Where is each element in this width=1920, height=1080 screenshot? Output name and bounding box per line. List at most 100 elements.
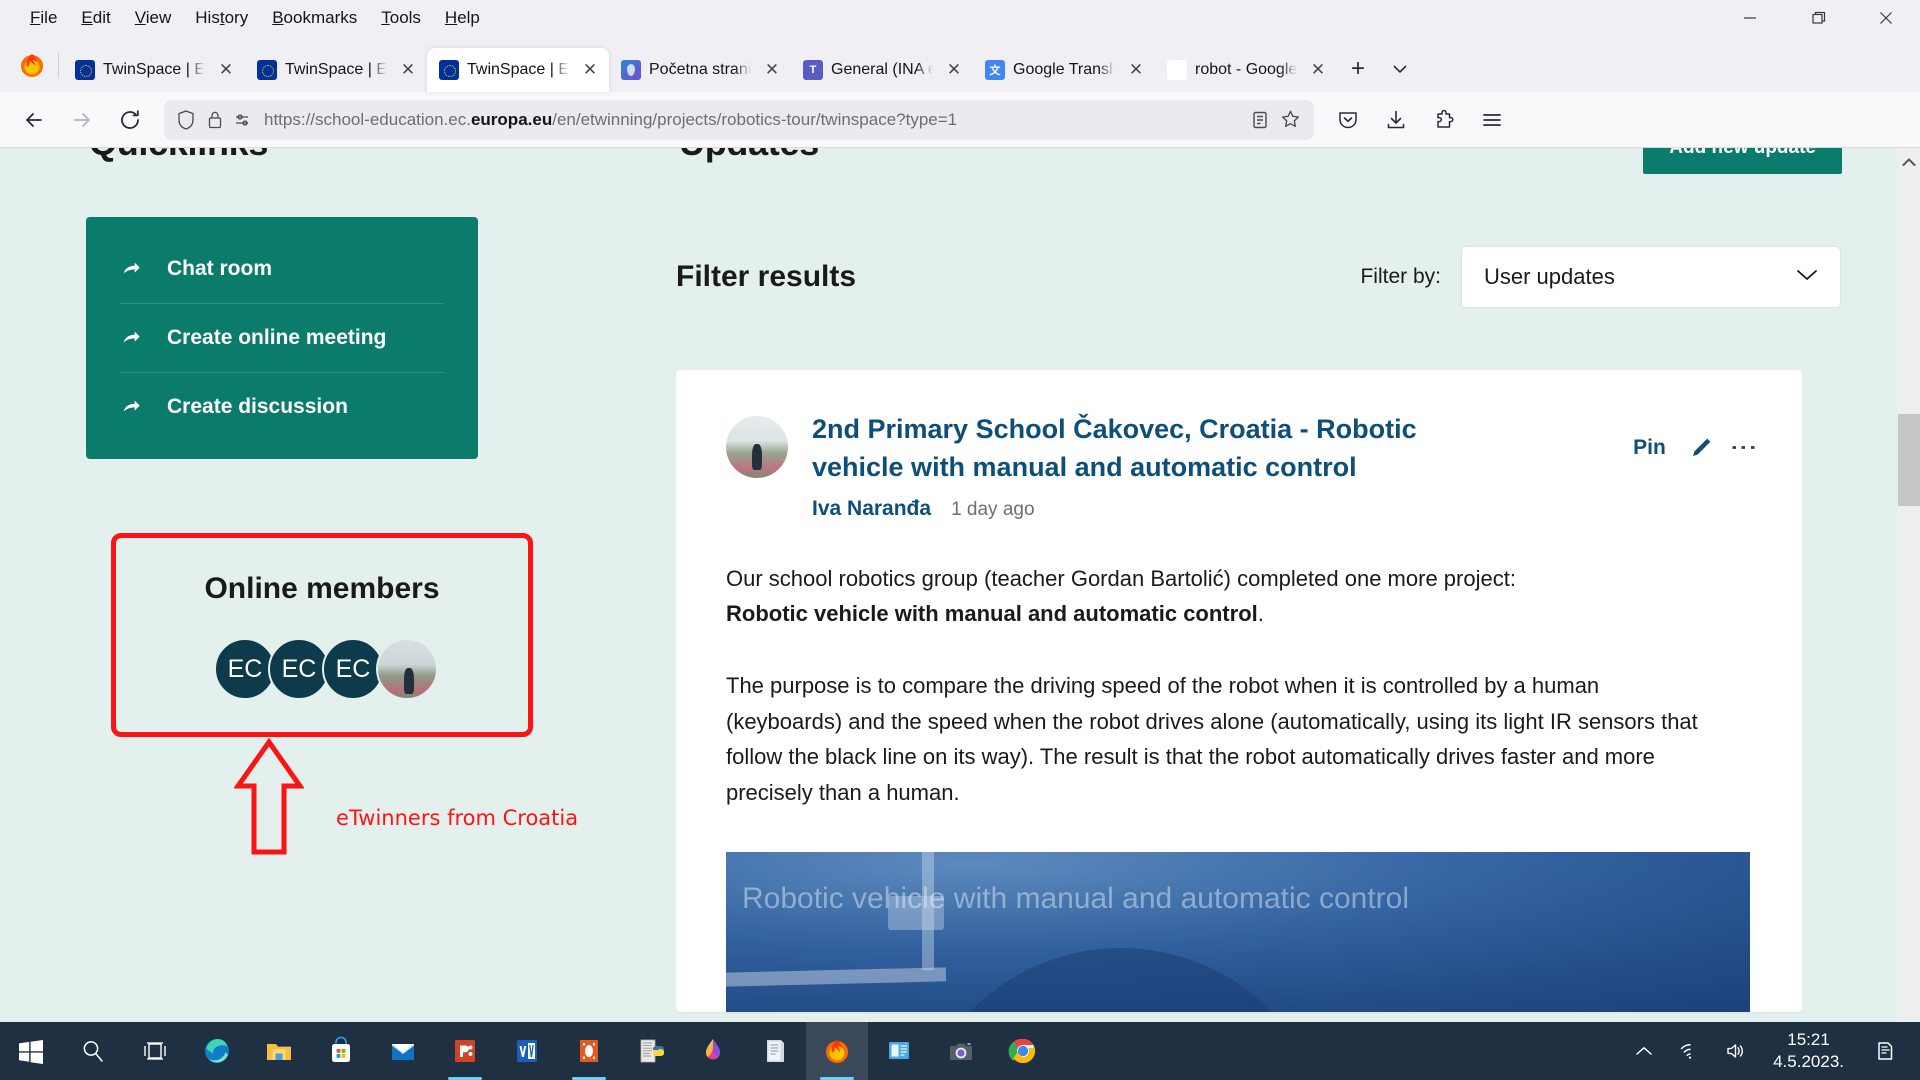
chrome-button[interactable] (992, 1022, 1054, 1080)
pocket-icon[interactable] (1326, 100, 1370, 140)
arrow-forward-icon (120, 327, 142, 349)
tab-title: Početna stranica za (649, 61, 751, 78)
downloads-icon[interactable] (1374, 100, 1418, 140)
kebab-menu-icon[interactable]: ⋮ (1729, 434, 1759, 461)
window-controls (1716, 0, 1920, 36)
python-idle-button[interactable] (620, 1022, 682, 1080)
browser-tab[interactable]: TwinSpace | ESEP ✕ (63, 48, 245, 92)
file-explorer-button[interactable] (248, 1022, 310, 1080)
task-view-button[interactable] (124, 1022, 186, 1080)
menu-hamburger-icon[interactable] (1470, 100, 1514, 140)
page-scrollbar[interactable] (1898, 148, 1920, 1022)
tab-title: robot - Google Searc (1195, 61, 1297, 78)
quicklink-create-online-meeting[interactable]: Create online meeting (120, 303, 444, 372)
taskbar: 15:21 4.5.2023. (0, 1022, 1920, 1080)
tab-close-icon[interactable]: ✕ (577, 57, 603, 83)
new-tab-button[interactable]: + (1337, 48, 1379, 90)
quicklink-label: Create online meeting (167, 326, 387, 349)
navigation-toolbar: https://school-education.ec.europa.eu/en… (0, 92, 1920, 148)
update-meta: Iva Naranđa 1 day ago (812, 497, 1609, 521)
microsoft-store-button[interactable] (310, 1022, 372, 1080)
scroll-up-button[interactable] (1898, 148, 1920, 176)
word-button[interactable] (496, 1022, 558, 1080)
mail-button[interactable] (372, 1022, 434, 1080)
avatar-photo[interactable] (376, 638, 438, 700)
scrollbar-thumb[interactable] (1898, 414, 1920, 506)
tab-close-icon[interactable]: ✕ (213, 57, 239, 83)
powerpoint-button[interactable] (434, 1022, 496, 1080)
filter-by-select[interactable]: User updates (1461, 246, 1841, 308)
edge-button[interactable] (186, 1022, 248, 1080)
reload-icon[interactable] (108, 100, 152, 140)
minimize-icon[interactable] (1716, 0, 1784, 36)
menu-bookmarks[interactable]: Bookmarks (260, 5, 369, 31)
avatar[interactable]: EC (268, 638, 330, 700)
folder-icon (267, 1044, 291, 1060)
menu-tools[interactable]: Tools (369, 5, 433, 31)
firefox-account-icon[interactable] (8, 41, 56, 89)
camera-button[interactable] (930, 1022, 992, 1080)
extensions-icon[interactable] (1422, 100, 1466, 140)
embedded-video[interactable]: Robotic vehicle with manual and automati… (726, 852, 1750, 1013)
browser-tab[interactable]: Početna stranica za ✕ (609, 48, 791, 92)
menu-help[interactable]: Help (433, 5, 492, 31)
shield-icon[interactable] (176, 109, 196, 131)
permissions-icon[interactable] (234, 110, 254, 130)
word-icon (517, 1040, 537, 1062)
quicklink-chat-room[interactable]: Chat room (120, 235, 444, 303)
taskbar-clock[interactable]: 15:21 4.5.2023. (1759, 1029, 1858, 1073)
firefox-icon (826, 1040, 848, 1063)
tab-close-icon[interactable]: ✕ (1305, 57, 1331, 83)
tab-close-icon[interactable]: ✕ (395, 57, 421, 83)
bookmark-star-icon[interactable] (1279, 108, 1302, 131)
wifi-icon[interactable] (1667, 1022, 1713, 1080)
browser-tab[interactable]: T General (INA eTwinn ✕ (791, 48, 973, 92)
obs-button[interactable] (558, 1022, 620, 1080)
back-icon[interactable] (12, 100, 56, 140)
update-title-link[interactable]: 2nd Primary School Čakovec, Croatia - Ro… (812, 410, 1502, 487)
tab-close-icon[interactable]: ✕ (1123, 57, 1149, 83)
search-button[interactable] (62, 1022, 124, 1080)
notepad-button[interactable] (744, 1022, 806, 1080)
add-new-update-button[interactable]: Add new update (1643, 148, 1842, 174)
restore-icon[interactable] (1784, 0, 1852, 36)
menu-edit[interactable]: Edit (69, 5, 122, 31)
updates-heading: Updates (679, 148, 819, 164)
tab-close-icon[interactable]: ✕ (941, 57, 967, 83)
avatar[interactable]: EC (322, 638, 384, 700)
online-members-avatars: EC EC EC (116, 638, 528, 700)
url-bar[interactable]: https://school-education.ec.europa.eu/en… (164, 99, 1314, 140)
update-author[interactable]: Iva Naranđa (812, 497, 931, 521)
menu-history[interactable]: History (183, 5, 260, 31)
chevron-down-icon (1796, 267, 1818, 287)
menu-view[interactable]: View (123, 5, 184, 31)
forward-icon (60, 100, 104, 140)
url-text[interactable]: https://school-education.ec.europa.eu/en… (264, 110, 1239, 130)
close-icon[interactable] (1852, 0, 1920, 36)
speaker-icon[interactable] (1713, 1022, 1759, 1080)
avatar[interactable]: EC (214, 638, 276, 700)
show-hidden-icons-button[interactable] (1621, 1022, 1667, 1080)
tab-close-icon[interactable]: ✕ (759, 57, 785, 83)
start-button[interactable] (0, 1022, 62, 1080)
menu-file[interactable]: File (18, 5, 69, 31)
pin-button[interactable]: Pin (1633, 436, 1666, 460)
lock-icon[interactable] (206, 109, 224, 131)
firefox-button[interactable] (806, 1022, 868, 1080)
remote-desktop-button[interactable] (868, 1022, 930, 1080)
avatar[interactable] (726, 416, 788, 478)
browser-tab[interactable]: 文 Google Translate ✕ (973, 48, 1155, 92)
filter-by-value: User updates (1484, 264, 1615, 289)
quicklink-create-discussion[interactable]: Create discussion (120, 372, 444, 441)
pencil-icon[interactable] (1688, 435, 1714, 461)
taskbar-items (0, 1022, 1054, 1080)
reader-view-icon[interactable] (1249, 109, 1271, 131)
quicklinks-panel: Chat room Create online meeting Create d… (86, 217, 478, 459)
browser-tab[interactable]: TwinSpace | ESEP ✕ (427, 48, 609, 92)
browser-tab[interactable]: TwinSpace | ESEP ✕ (245, 48, 427, 92)
notification-icon[interactable] (1858, 1022, 1912, 1080)
browser-tab[interactable]: Grobot - Google Searc ✕ (1155, 48, 1337, 92)
list-all-tabs-button[interactable] (1379, 48, 1421, 90)
paint-3d-button[interactable] (682, 1022, 744, 1080)
edge-icon (205, 1039, 229, 1063)
